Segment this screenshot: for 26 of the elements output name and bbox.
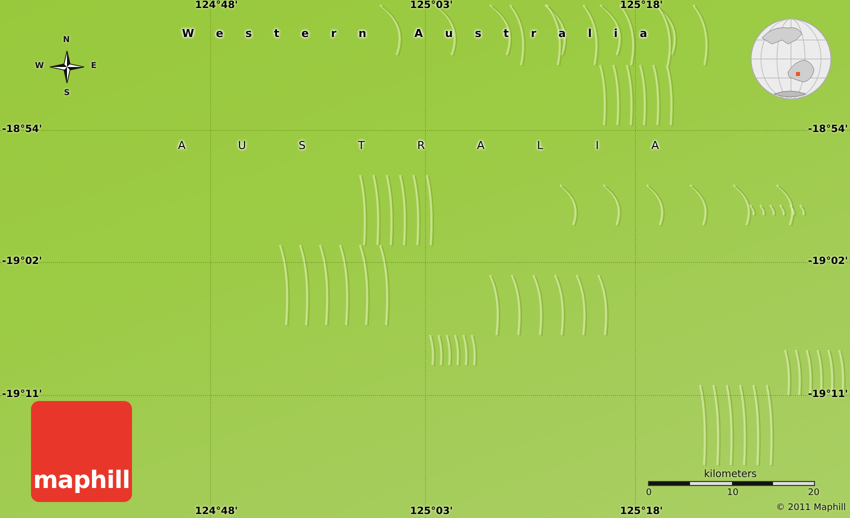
latitude-label: -18°54' [2,124,42,136]
compass-south-label: S [64,88,70,97]
longitude-label: 125°18' [620,506,663,518]
longitude-label: 125°03' [410,0,453,12]
region-label: Western Australia [182,27,670,40]
logo: maphill [31,401,132,502]
latitude-label: -19°02' [2,256,42,268]
scale-tick-label: 0 [646,488,652,499]
longitude-label: 124°48' [195,506,238,518]
scale-tick-label: 10 [727,488,738,499]
compass-east-label: E [91,61,96,70]
latitude-label: -19°11' [2,389,42,401]
region-label: AUSTRALIA [178,139,712,152]
longitude-label: 125°03' [410,506,453,518]
scale-unit-label: kilometers [704,469,757,480]
latitude-label: -18°54' [808,124,848,136]
scale-tick-label: 20 [808,488,820,499]
latitude-label: -19°02' [808,256,848,268]
longitude-label: 124°48' [195,0,238,12]
latitude-label: -19°11' [808,389,848,401]
copyright-text: © 2011 Maphill [776,503,846,514]
globe-locator-icon [750,18,832,100]
compass-north-label: N [63,35,70,44]
longitude-label: 125°18' [620,0,663,12]
compass-rose-icon [49,50,85,84]
compass-west-label: W [35,61,44,70]
